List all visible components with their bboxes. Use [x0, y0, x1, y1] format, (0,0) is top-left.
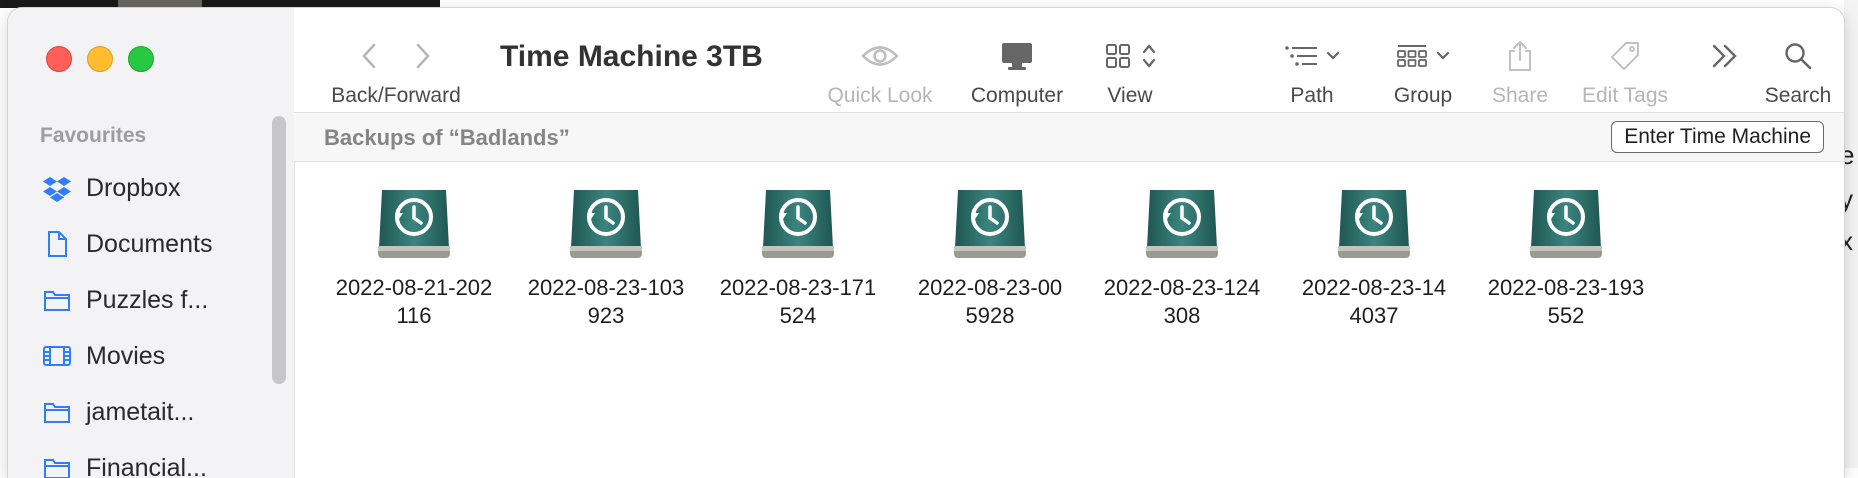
sidebar-item-dropbox[interactable]: Dropbox	[42, 160, 272, 216]
time-machine-drive-icon	[1335, 186, 1413, 262]
backup-name: 2022-08-23-171524	[705, 274, 891, 330]
dropbox-icon	[42, 173, 72, 203]
sidebar-item-documents[interactable]: Documents	[42, 216, 272, 272]
grid-view-icon	[1104, 42, 1132, 70]
backup-item[interactable]: 2022-08-23-144037	[1278, 186, 1470, 330]
folder-icon	[42, 397, 72, 427]
file-area: 2022-08-21-202116 2022-08-23-103923 2022…	[294, 162, 1844, 478]
path-button[interactable]: Path	[1272, 8, 1352, 112]
toolbar: Back/Forward Time Machine 3TB Quick Look…	[294, 8, 1844, 113]
enter-time-machine-button[interactable]: Enter Time Machine	[1611, 121, 1824, 153]
time-machine-drive-icon	[1527, 186, 1605, 262]
back-forward-label: Back/Forward	[331, 84, 461, 108]
backups-caption: Backups of “Badlands”	[324, 125, 570, 151]
view-label: View	[1107, 84, 1152, 108]
group-button[interactable]: Group	[1378, 8, 1468, 112]
computer-button[interactable]: Computer	[962, 8, 1072, 112]
forward-icon[interactable]	[411, 41, 433, 71]
tag-icon	[1609, 40, 1641, 72]
sidebar-item-label: jametait...	[86, 398, 194, 427]
sidebar-item-label: Dropbox	[86, 174, 181, 203]
sidebar-item-financial[interactable]: Financial...	[42, 440, 272, 478]
group-icon	[1396, 43, 1428, 69]
group-label: Group	[1394, 84, 1452, 108]
sidebar-heading: Favourites	[40, 124, 146, 148]
chevron-down-icon	[1326, 51, 1340, 61]
view-button[interactable]: View	[1090, 8, 1170, 112]
window-controls	[46, 46, 154, 72]
backup-item[interactable]: 2022-08-23-124308	[1086, 186, 1278, 330]
time-machine-drive-icon	[567, 186, 645, 262]
back-forward-group: Back/Forward	[326, 8, 466, 112]
computer-label: Computer	[971, 84, 1063, 108]
backup-item[interactable]: 2022-08-23-171524	[702, 186, 894, 330]
sidebar-item-jametait[interactable]: jametait...	[42, 384, 272, 440]
film-icon	[42, 341, 72, 371]
backup-name: 2022-08-23-103923	[513, 274, 699, 330]
time-machine-drive-icon	[1143, 186, 1221, 262]
updown-chevron-icon	[1142, 43, 1156, 69]
backup-grid: 2022-08-21-202116 2022-08-23-103923 2022…	[318, 186, 1662, 330]
sidebar-item-movies[interactable]: Movies	[42, 328, 272, 384]
quick-look-button[interactable]: Quick Look	[825, 8, 935, 112]
window-title: Time Machine 3TB	[500, 40, 763, 74]
list-icon	[1284, 44, 1318, 68]
sidebar-item-label: Financial...	[86, 454, 207, 478]
time-machine-drive-icon	[951, 186, 1029, 262]
backup-item[interactable]: 2022-08-23-103923	[510, 186, 702, 330]
computer-icon	[999, 40, 1035, 72]
chevron-down-icon	[1436, 51, 1450, 61]
desktop-background	[0, 0, 440, 8]
zoom-button[interactable]	[128, 46, 154, 72]
background-thumbnail	[118, 0, 202, 8]
share-icon	[1506, 39, 1534, 73]
time-machine-drive-icon	[375, 186, 453, 262]
edit-tags-label: Edit Tags	[1582, 84, 1668, 108]
document-icon	[42, 229, 72, 259]
sidebar-item-label: Movies	[86, 342, 165, 371]
time-machine-drive-icon	[759, 186, 837, 262]
backup-name: 2022-08-21-202116	[321, 274, 507, 330]
folder-icon	[42, 285, 72, 315]
search-label: Search	[1765, 84, 1832, 108]
finder-window: Favourites Dropbox Documents	[8, 8, 1844, 478]
backup-item[interactable]: 2022-08-23-005928	[894, 186, 1086, 330]
edit-tags-button[interactable]: Edit Tags	[1570, 8, 1680, 112]
backup-item[interactable]: 2022-08-23-193552	[1470, 186, 1662, 330]
search-button[interactable]: Search	[1748, 8, 1844, 112]
minimize-button[interactable]	[87, 46, 113, 72]
path-bar: Backups of “Badlands” Enter Time Machine	[294, 113, 1844, 162]
sidebar-scrollbar[interactable]	[272, 116, 286, 384]
background-window-edge: eyx	[1844, 0, 1858, 468]
close-button[interactable]	[46, 46, 72, 72]
double-chevron-right-icon	[1710, 43, 1740, 69]
backup-item[interactable]: 2022-08-21-202116	[318, 186, 510, 330]
sidebar-item-puzzles[interactable]: Puzzles f...	[42, 272, 272, 328]
quick-look-label: Quick Look	[827, 84, 932, 108]
share-label: Share	[1492, 84, 1548, 108]
sidebar-item-label: Documents	[86, 230, 212, 259]
path-label: Path	[1290, 84, 1333, 108]
more-toolbar-button[interactable]	[1700, 8, 1750, 112]
back-icon[interactable]	[359, 41, 381, 71]
sidebar: Favourites Dropbox Documents	[8, 8, 295, 478]
backup-name: 2022-08-23-193552	[1473, 274, 1659, 330]
share-button[interactable]: Share	[1480, 8, 1560, 112]
search-icon	[1783, 41, 1813, 71]
folder-icon	[42, 453, 72, 478]
eye-icon	[860, 41, 900, 71]
backup-name: 2022-08-23-124308	[1089, 274, 1275, 330]
backup-name: 2022-08-23-005928	[897, 274, 1083, 330]
backup-name: 2022-08-23-144037	[1281, 274, 1467, 330]
sidebar-item-label: Puzzles f...	[86, 286, 208, 315]
sidebar-list: Dropbox Documents Puzzles f...	[42, 160, 272, 478]
